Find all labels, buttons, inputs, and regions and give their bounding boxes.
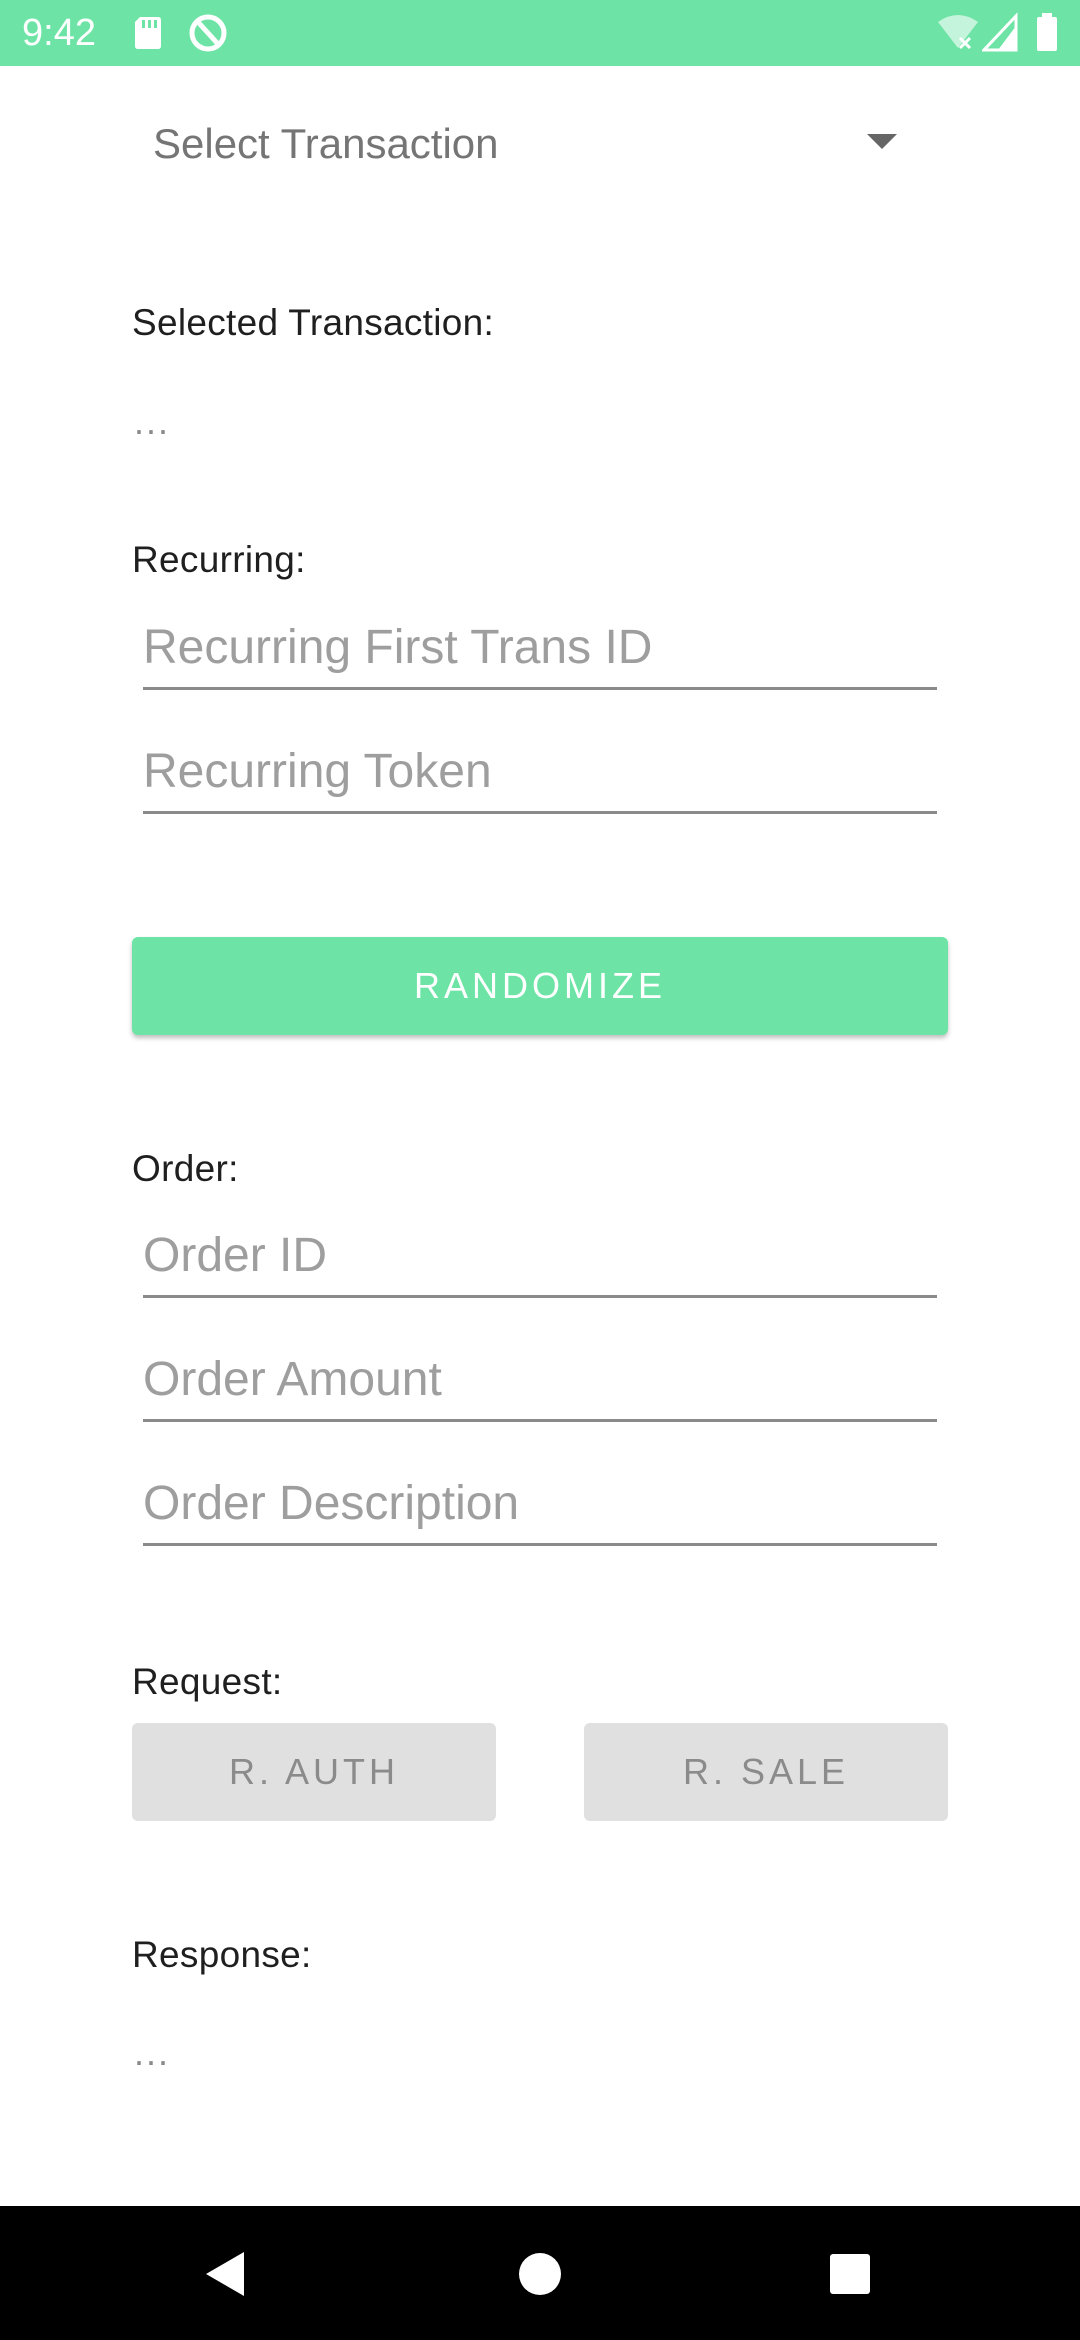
selected-transaction-label: Selected Transaction: — [132, 302, 495, 343]
r-sale-button[interactable]: R. SALE — [584, 1723, 948, 1821]
recurring-first-trans-id-input[interactable] — [143, 607, 937, 690]
status-time: 9:42 — [22, 12, 96, 54]
response-value: ... — [134, 2032, 171, 2073]
screen: 9:42 Select Transaction Selected Transac… — [0, 0, 1080, 2340]
order-id-input[interactable] — [143, 1215, 937, 1298]
response-label: Response: — [132, 1934, 312, 1975]
r-auth-button[interactable]: R. AUTH — [132, 1723, 496, 1821]
order-description-input[interactable] — [143, 1463, 937, 1546]
recurring-token-input[interactable] — [143, 731, 937, 814]
navigation-bar — [0, 2206, 1080, 2340]
order-label: Order: — [132, 1148, 239, 1189]
order-amount-input[interactable] — [143, 1339, 937, 1422]
recurring-label: Recurring: — [132, 539, 306, 580]
sd-card-icon — [135, 17, 161, 49]
status-bar: 9:42 — [0, 0, 1080, 66]
sync-disabled-icon — [189, 14, 227, 52]
cellular-signal-icon — [982, 12, 1018, 52]
home-icon[interactable] — [460, 2206, 620, 2340]
dropdown-arrow-icon — [867, 134, 897, 149]
back-icon[interactable] — [146, 2206, 306, 2340]
selected-transaction-value: ... — [134, 401, 171, 442]
wifi-off-icon — [938, 15, 978, 50]
request-label: Request: — [132, 1661, 283, 1702]
spinner-selected-text: Select Transaction — [153, 120, 499, 167]
select-transaction-spinner[interactable]: Select Transaction — [133, 96, 917, 188]
randomize-button[interactable]: RANDOMIZE — [132, 937, 948, 1035]
battery-icon — [1037, 13, 1057, 51]
recents-icon[interactable] — [770, 2206, 930, 2340]
